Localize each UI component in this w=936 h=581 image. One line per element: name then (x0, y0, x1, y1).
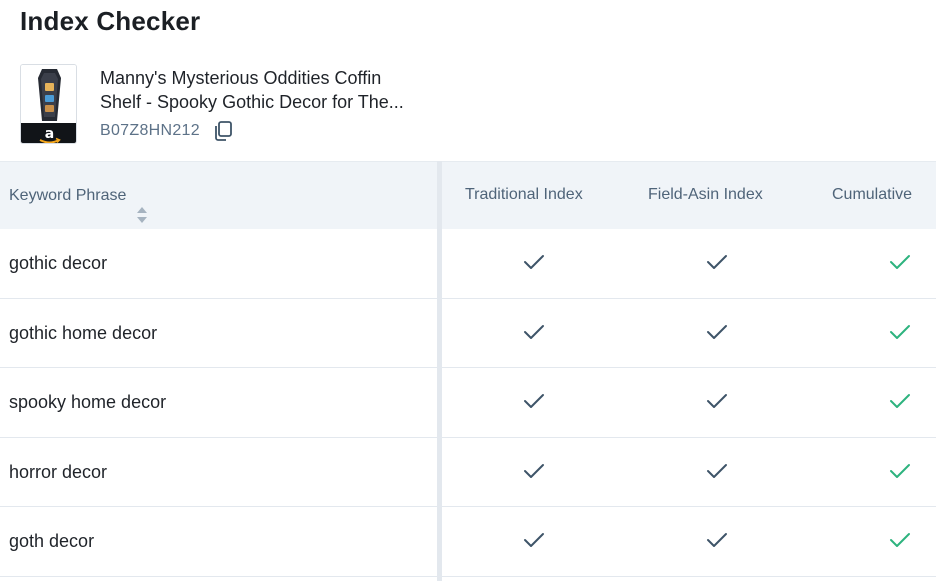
page-title: Index Checker (20, 6, 201, 36)
product-title-line-1: Manny's Mysterious Oddities Coffin (100, 68, 382, 88)
svg-text:a: a (45, 126, 54, 142)
table-row: spooky home decor (0, 368, 936, 438)
amazon-logo-icon: a (21, 65, 76, 143)
traditional-index-check-icon (523, 531, 545, 549)
field-asin-index-check-icon (706, 323, 728, 341)
product-thumbnail: a (20, 64, 77, 144)
column-header-keyword[interactable]: Keyword Phrase (9, 162, 148, 230)
column-divider (437, 161, 442, 581)
cumulative-check-icon (889, 253, 911, 271)
table-header: Keyword Phrase Traditional Index Field-A… (0, 161, 936, 229)
column-header-traditional-index: Traditional Index (465, 186, 583, 203)
cumulative-check-icon (889, 392, 911, 410)
product-title-line-2: Shelf - Spooky Gothic Decor for The... (100, 92, 404, 112)
traditional-index-check-icon (523, 462, 545, 480)
copy-icon[interactable] (212, 120, 234, 142)
sort-icon[interactable] (136, 187, 148, 223)
column-header-cumulative: Cumulative (832, 186, 913, 203)
keyword-cell: horror decor (9, 461, 108, 482)
asin-row: B07Z8HN212 (100, 120, 234, 142)
table-body: gothic decor gothic home decor spooky home… (0, 229, 936, 577)
cumulative-check-icon (889, 323, 911, 341)
table-row: horror decor (0, 438, 936, 507)
keyword-index-table: Keyword Phrase Traditional Index Field-A… (0, 161, 936, 577)
keyword-cell: spooky home decor (9, 392, 167, 412)
column-header-keyword-label: Keyword Phrase (9, 187, 127, 204)
table-row: gothic decor (0, 229, 936, 299)
field-asin-index-check-icon (706, 392, 728, 410)
product-summary: a Manny's Mysterious Oddities Coffin She… (20, 64, 520, 146)
traditional-index-check-icon (523, 392, 545, 410)
column-header-field-asin-index: Field-Asin Index (648, 186, 763, 203)
field-asin-index-check-icon (706, 462, 728, 480)
field-asin-index-check-icon (706, 253, 728, 271)
keyword-cell: gothic decor (9, 253, 108, 273)
asin-label: B07Z8HN212 (100, 122, 200, 139)
keyword-cell: goth decor (9, 531, 95, 551)
traditional-index-check-icon (523, 323, 545, 341)
table-row: goth decor (0, 507, 936, 577)
cumulative-check-icon (889, 531, 911, 549)
product-title[interactable]: Manny's Mysterious Oddities Coffin Shelf… (100, 66, 480, 114)
field-asin-index-check-icon (706, 531, 728, 549)
cumulative-check-icon (889, 462, 911, 480)
traditional-index-check-icon (523, 253, 545, 271)
keyword-cell: gothic home decor (9, 322, 158, 343)
table-row: gothic home decor (0, 299, 936, 368)
